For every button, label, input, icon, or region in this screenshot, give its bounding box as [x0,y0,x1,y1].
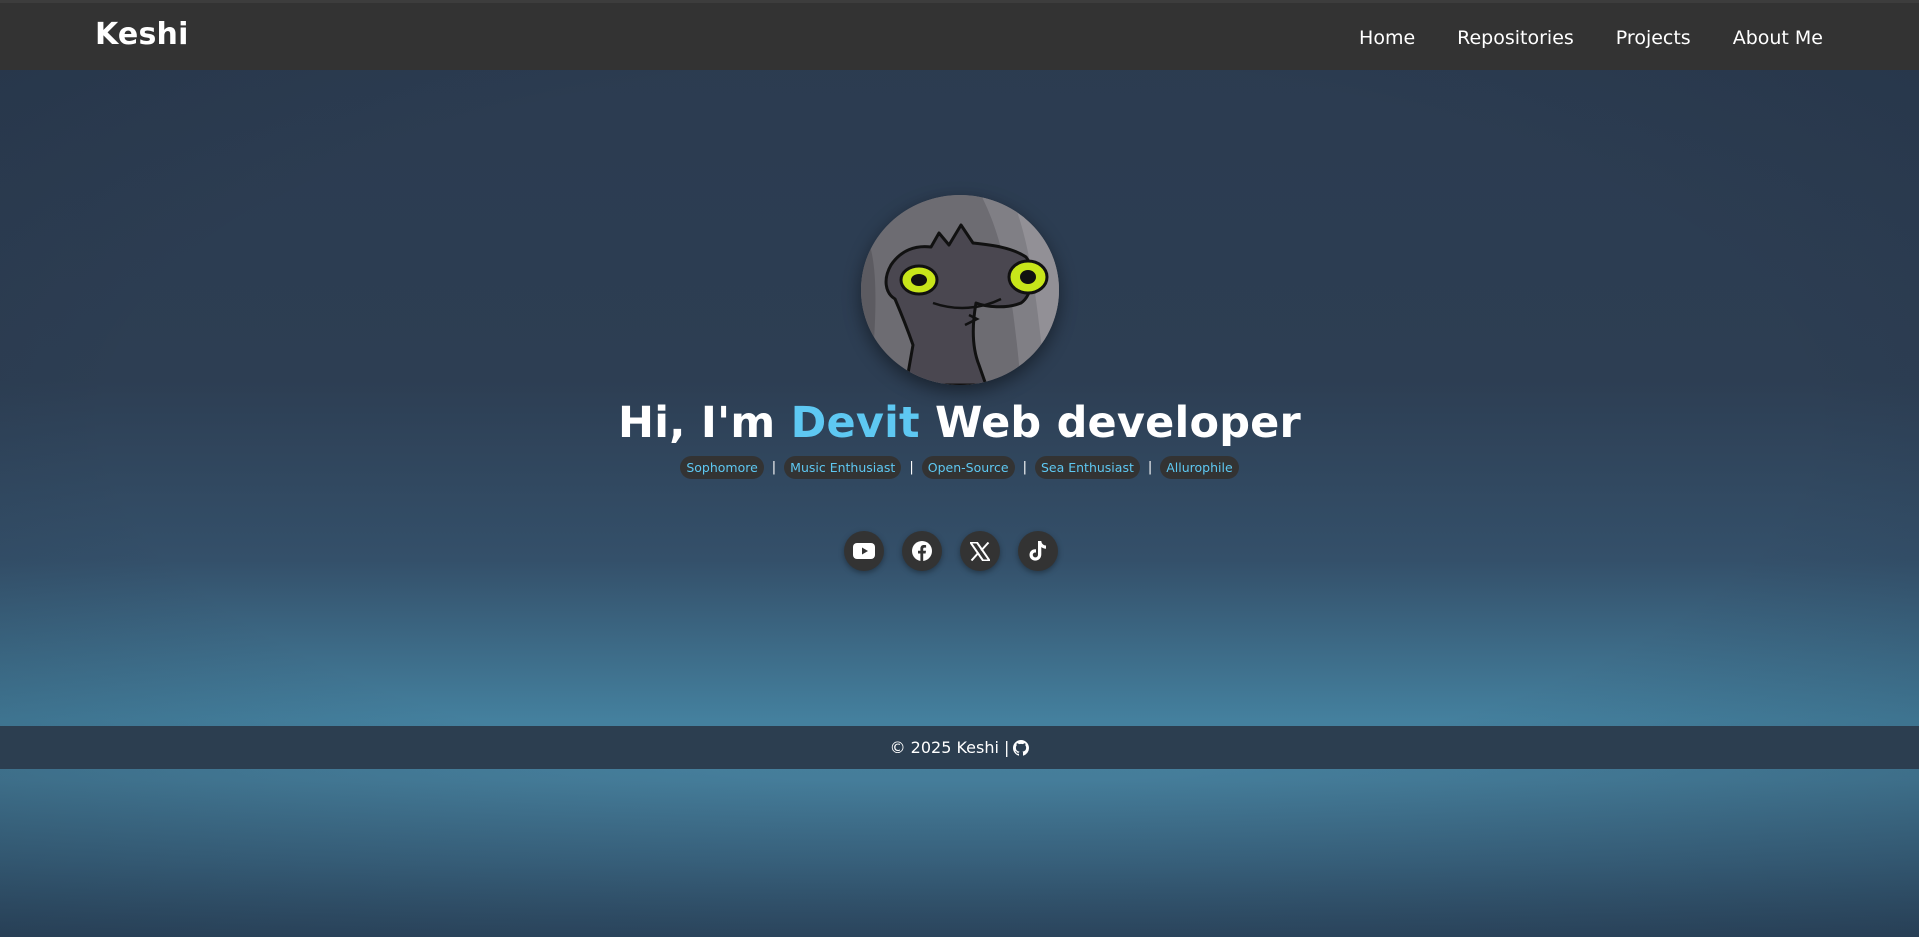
x-link[interactable] [960,531,1000,571]
tag-separator: | [1022,460,1027,475]
tag-open-source: Open-Source [921,456,1015,479]
navbar: Keshi Home Repositories Projects About M… [0,0,1919,70]
tag-list: Sophomore | Music Enthusiast | Open-Sour… [0,456,1919,479]
tag-separator: | [909,460,914,475]
tag-allurophile: Allurophile [1160,456,1239,479]
youtube-icon [853,543,875,559]
tag-separator: | [1147,460,1153,475]
role-text: Web developer [934,398,1301,448]
tag-sophomore: Sophomore [680,456,764,479]
github-link[interactable] [1013,739,1030,756]
profile-avatar [861,195,1059,385]
footer-copyright: © 2025 Keshi | [889,738,1010,757]
footer: © 2025 Keshi | [0,726,1919,769]
hero-headline: Hi, I'm Devit Web developer [0,398,1919,448]
brand-logo[interactable]: Keshi [95,17,189,52]
x-icon [970,541,990,561]
name-highlight: Devit [790,398,920,448]
facebook-icon [912,541,932,561]
youtube-link[interactable] [844,531,884,571]
nav-link-about-me[interactable]: About Me [1733,27,1823,49]
tiktok-link[interactable] [1018,531,1058,571]
greeting-text: Hi, I'm [618,398,776,448]
tag-separator: | [771,460,777,475]
tiktok-icon [1029,541,1046,561]
facebook-link[interactable] [902,531,942,571]
nav-link-projects[interactable]: Projects [1616,27,1691,49]
tag-music-enthusiast: Music Enthusiast [784,456,902,479]
github-icon [1013,739,1030,756]
nav-link-repositories[interactable]: Repositories [1457,27,1574,49]
nav-links: Home Repositories Projects About Me [1359,27,1823,49]
nav-link-home[interactable]: Home [1359,27,1415,49]
social-links [844,531,1058,571]
tag-sea-enthusiast: Sea Enthusiast [1034,456,1140,479]
